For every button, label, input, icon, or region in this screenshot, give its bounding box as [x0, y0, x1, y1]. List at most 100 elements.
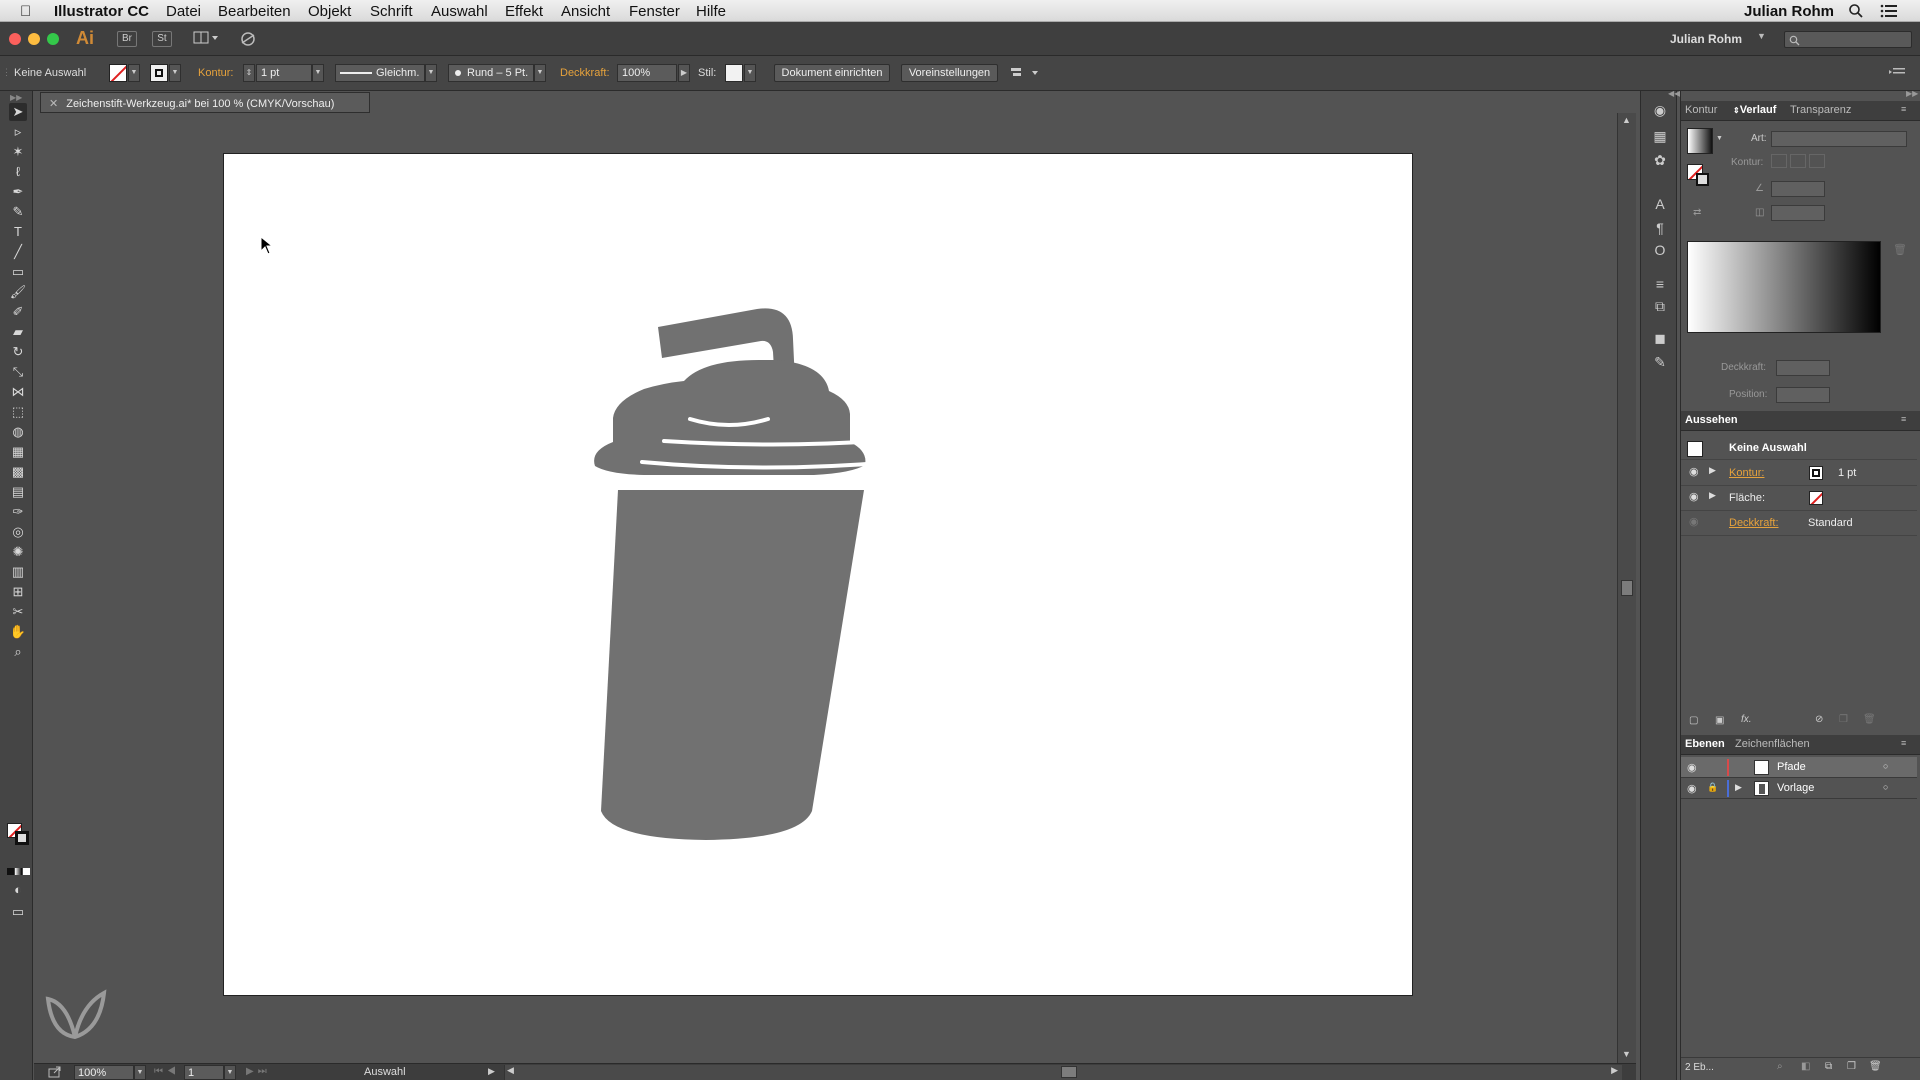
fill-stroke-widget[interactable] [7, 823, 31, 847]
scroll-up-icon[interactable]: ▲ [1622, 115, 1631, 125]
tab-kontur[interactable]: Kontur [1685, 104, 1717, 116]
kontur-label[interactable]: Kontur: [198, 67, 233, 79]
menu-auswahl[interactable]: Auswahl [431, 3, 488, 20]
gradient-aspect-input[interactable] [1771, 205, 1825, 221]
stroke-weight-dropdown-icon[interactable]: ▼ [312, 64, 324, 82]
stroke-gradient-options[interactable] [1771, 154, 1831, 170]
appearance-row[interactable]: ◉ ▶ Kontur: 1 pt [1681, 461, 1917, 486]
menu-ansicht[interactable]: Ansicht [561, 3, 610, 20]
slice-tool-icon[interactable]: ✂ [9, 603, 27, 621]
appearance-fill-swatch[interactable] [1809, 491, 1823, 505]
tab-ebenen[interactable]: Ebenen [1685, 738, 1725, 750]
zoom-input[interactable]: 100% [74, 1065, 134, 1080]
gradient-stroke-swatch[interactable] [1696, 173, 1709, 186]
gradient-angle-input[interactable] [1771, 181, 1825, 197]
vertical-scrollbar[interactable]: ▲ ▼ [1617, 113, 1636, 1065]
stroke-profile-select[interactable]: Gleichm. [335, 64, 425, 82]
transform-icon[interactable]: ⧉ [1651, 297, 1669, 315]
expand-triangle-icon[interactable]: ▶ [1709, 465, 1716, 476]
window-close-button[interactable] [9, 33, 21, 45]
scroll-left-icon[interactable]: ◀ [507, 1065, 514, 1076]
type-tool-icon[interactable]: T [9, 223, 27, 241]
arrange-documents-icon[interactable] [193, 31, 221, 47]
add-stroke-icon[interactable]: ▢ [1689, 715, 1698, 726]
add-fill-icon[interactable]: ▣ [1715, 715, 1724, 726]
appearance-row[interactable]: ◉ Deckkraft: Standard [1681, 511, 1917, 536]
free-transform-tool-icon[interactable]: ⬚ [9, 403, 27, 421]
visibility-eye-icon[interactable]: ◉ [1689, 465, 1699, 478]
color-guide-icon[interactable]: ◉ [1651, 101, 1669, 119]
line-tool-icon[interactable]: ╱ [9, 243, 27, 261]
curvature-tool-icon[interactable]: ✎ [9, 203, 27, 221]
scroll-down-icon[interactable]: ▼ [1622, 1049, 1631, 1059]
expand-triangle-icon[interactable]: ▶ [1709, 490, 1716, 501]
collapse-dock-icon[interactable]: ▶▶ [1906, 89, 1918, 98]
gradient-type-select[interactable] [1771, 131, 1907, 147]
layer-row[interactable]: ◉ 🔒 ▶ Vorlage ○ [1681, 778, 1917, 799]
menu-bearbeiten[interactable]: Bearbeiten [218, 3, 291, 20]
pathfinder-icon[interactable]: ◼ [1651, 329, 1669, 347]
appearance-stroke-swatch[interactable] [1809, 466, 1823, 480]
window-zoom-button[interactable] [47, 33, 59, 45]
perspective-grid-tool-icon[interactable]: ▦ [9, 443, 27, 461]
artboard-dropdown-icon[interactable]: ▼ [224, 1065, 236, 1080]
visibility-eye-icon[interactable]: ◉ [1689, 490, 1699, 503]
tab-verlauf[interactable]: ⇕Verlauf [1733, 104, 1776, 116]
menu-hilfe[interactable]: Hilfe [696, 3, 726, 20]
direct-selection-tool-icon[interactable]: ▹ [9, 123, 27, 141]
swatches-icon[interactable]: ▦ [1651, 127, 1669, 145]
blend-tool-icon[interactable]: ◎ [9, 523, 27, 541]
dokument-einrichten-button[interactable]: Dokument einrichten [774, 64, 890, 82]
artboard-number-input[interactable]: 1 [184, 1065, 224, 1080]
clipping-mask-icon[interactable]: ◧ [1801, 1061, 1810, 1072]
menu-schrift[interactable]: Schrift [370, 3, 413, 20]
layer-visibility-eye-icon[interactable]: ◉ [1687, 761, 1697, 774]
spotlight-search-icon[interactable] [1848, 3, 1864, 23]
deckkraft-label[interactable]: Deckkraft: [560, 67, 610, 79]
tools-panel-grip-icon[interactable]: ▶▶ [10, 93, 22, 102]
control-bar-menu-icon[interactable] [1889, 66, 1909, 80]
bridge-button[interactable]: Br [117, 31, 137, 47]
horizontal-scroll-thumb[interactable] [1061, 1066, 1077, 1078]
delete-stop-icon[interactable]: 🗑 [1893, 243, 1907, 256]
layer-target-icon[interactable]: ○ [1883, 782, 1888, 792]
artboard-nav-next-icon[interactable]: ▶⏭ [246, 1066, 271, 1077]
tab-aussehen[interactable]: Aussehen [1685, 414, 1738, 426]
artboard[interactable] [223, 153, 1413, 996]
control-bar-grip-icon[interactable]: ⋮ [2, 67, 11, 78]
vertical-scroll-thumb[interactable] [1621, 580, 1633, 596]
zoom-dropdown-icon[interactable]: ▼ [134, 1065, 146, 1080]
voreinstellungen-button[interactable]: Voreinstellungen [901, 64, 998, 82]
fill-dropdown-icon[interactable]: ▼ [128, 64, 140, 82]
artboard-tool-icon[interactable]: ⊞ [9, 583, 27, 601]
stroke-weight-stepper-icon[interactable]: ⇕ [243, 64, 255, 82]
new-layer-icon[interactable]: ❐ [1847, 1061, 1856, 1072]
hand-tool-icon[interactable]: ✋ [9, 623, 27, 641]
menu-datei[interactable]: Datei [166, 3, 201, 20]
appearance-object-row[interactable]: Keine Auswahl [1681, 437, 1917, 460]
gradient-tool-icon[interactable]: ▤ [9, 483, 27, 501]
appearance-attribute-label[interactable]: Deckkraft: [1729, 517, 1779, 529]
magic-wand-tool-icon[interactable]: ✶ [9, 143, 27, 161]
duplicate-item-icon[interactable]: ❐ [1839, 714, 1848, 725]
new-sublayer-icon[interactable]: ⧉ [1825, 1061, 1832, 1072]
layer-name[interactable]: Vorlage [1777, 782, 1814, 794]
draw-mode-icon[interactable]: ◐ [9, 881, 27, 899]
appearance-menu-icon[interactable]: ≡ [1901, 414, 1906, 424]
symbol-sprayer-tool-icon[interactable]: ✺ [9, 543, 27, 561]
rotate-tool-icon[interactable]: ↻ [9, 343, 27, 361]
align-icon[interactable]: ≡ [1651, 275, 1669, 293]
add-effect-icon[interactable]: fx. [1741, 714, 1752, 725]
scale-tool-icon[interactable]: ⤡ [9, 363, 27, 381]
appearance-row[interactable]: ◉ ▶ Fläche: [1681, 486, 1917, 511]
opacity-input[interactable]: 100% [617, 64, 677, 82]
rectangle-tool-icon[interactable]: ▭ [9, 263, 27, 281]
horizontal-scrollbar[interactable]: ◀ ▶ [504, 1065, 1622, 1080]
drink-cup-artwork[interactable] [224, 154, 1414, 997]
paintbrush-tool-icon[interactable]: 🖌 [9, 283, 27, 301]
brush-select[interactable]: Rund – 5 Pt. [448, 64, 534, 82]
graphic-style-dropdown-icon[interactable]: ▼ [744, 64, 756, 82]
screen-mode-icon[interactable]: ▭ [9, 903, 27, 921]
menu-app-name[interactable]: Illustrator CC [54, 3, 149, 20]
layers-menu-icon[interactable]: ≡ [1901, 738, 1906, 748]
